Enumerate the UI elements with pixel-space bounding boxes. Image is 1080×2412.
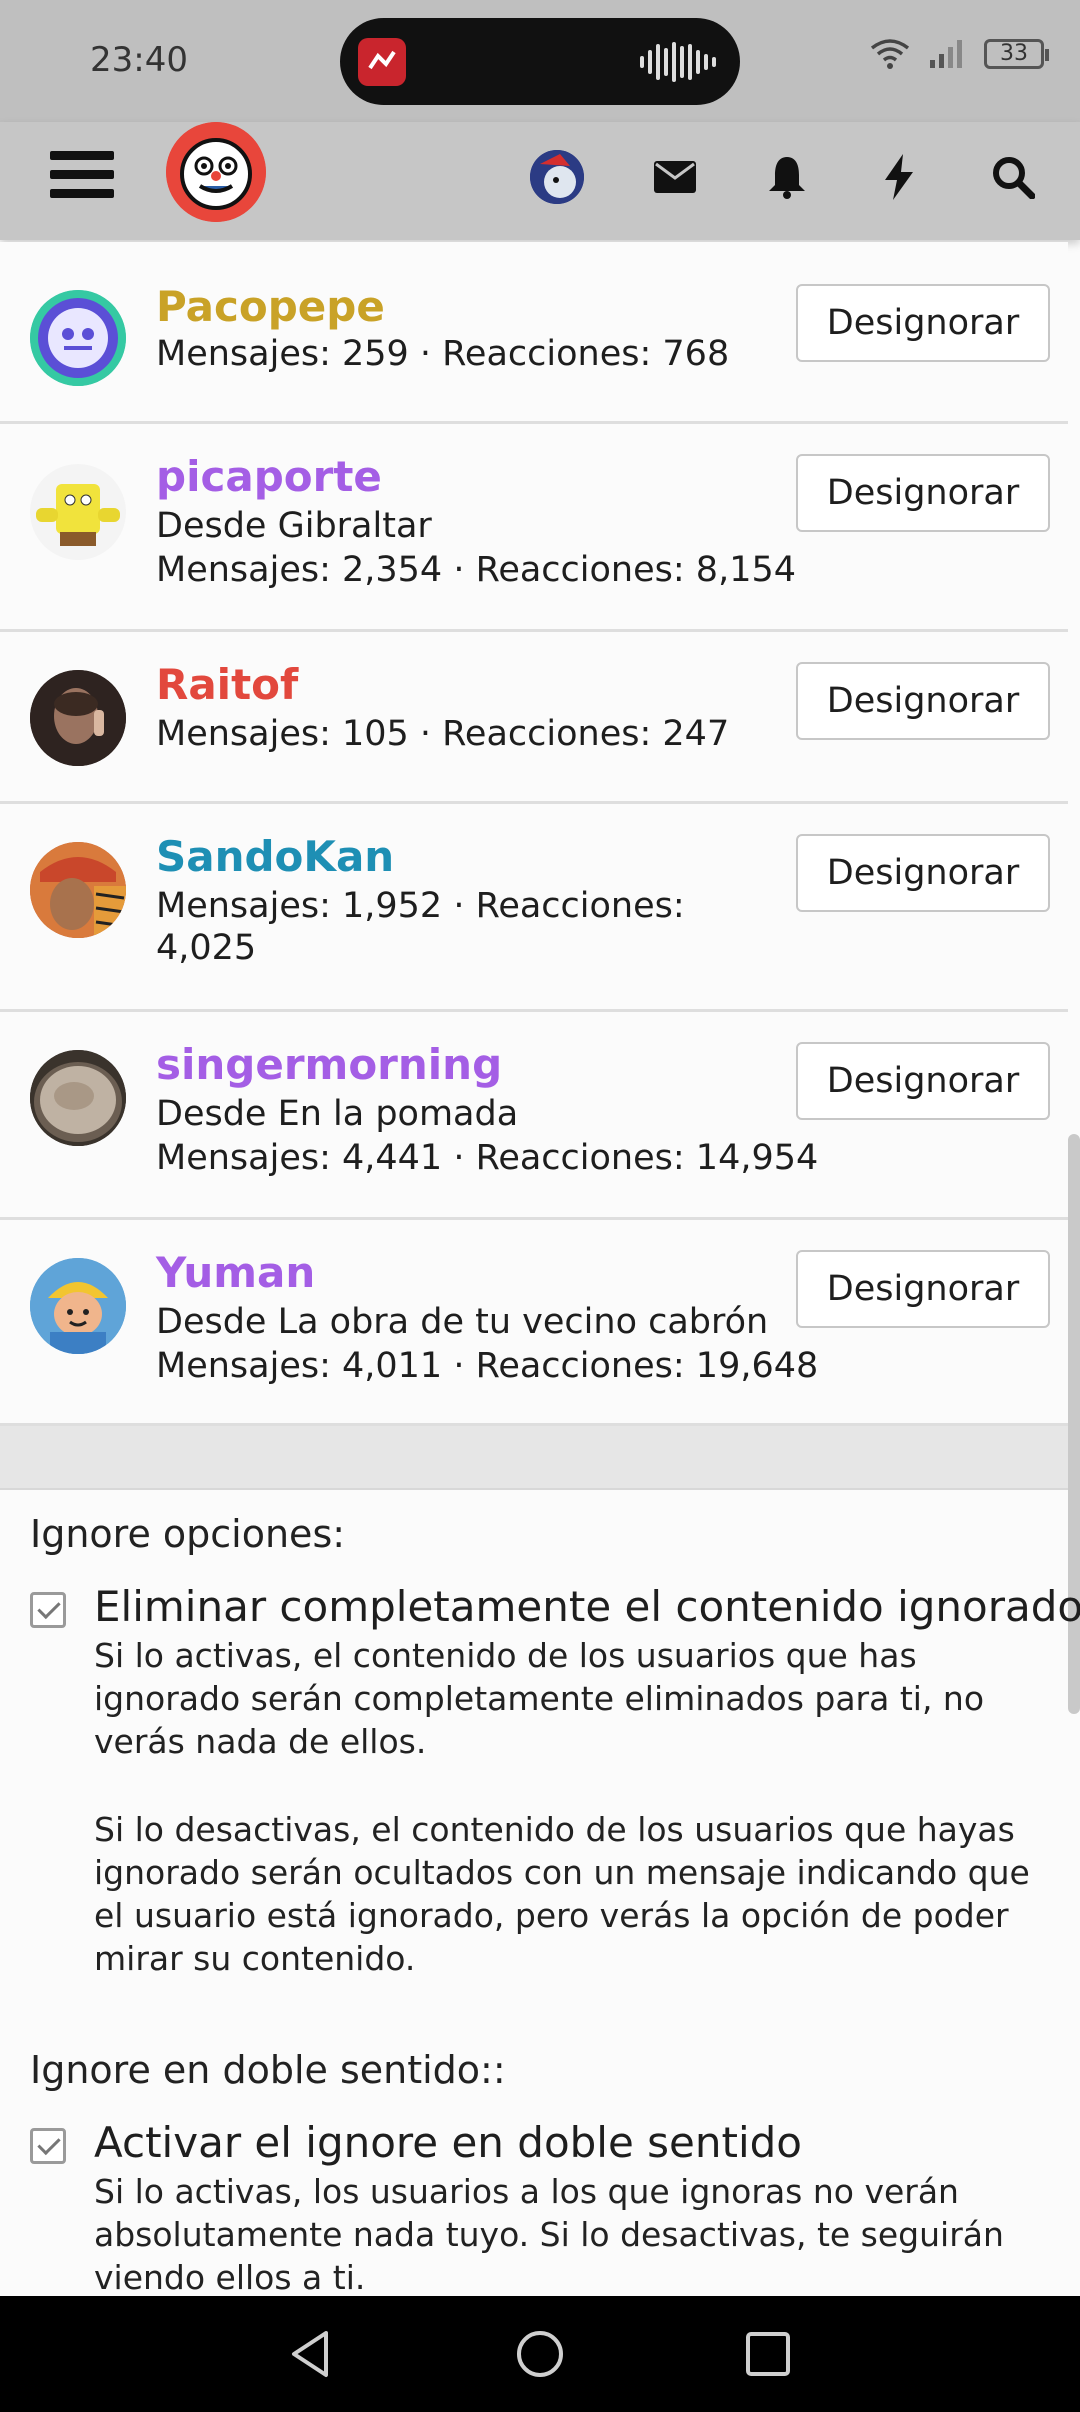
two-way-ignore-checkbox[interactable]	[30, 2128, 66, 2164]
avatar[interactable]	[30, 1258, 126, 1354]
username[interactable]: Raitof	[156, 660, 298, 709]
status-icons: 33	[870, 38, 1049, 70]
audio-wave-icon	[640, 42, 716, 82]
search-icon[interactable]	[980, 144, 1046, 210]
unignore-button[interactable]: Designorar	[796, 1042, 1050, 1120]
user-avatar[interactable]	[530, 150, 584, 204]
dynamic-island	[340, 18, 740, 105]
username[interactable]: SandoKan	[156, 832, 394, 881]
list-item: Yuman Desde La obra de tu vecino cabrón …	[0, 1220, 1068, 1426]
avatar[interactable]	[30, 464, 126, 560]
unignore-button[interactable]: Designorar	[796, 454, 1050, 532]
clock: 23:40	[90, 40, 188, 80]
user-stats: Mensajes: 259 · Reacciones: 768	[156, 334, 730, 374]
user-stats: Mensajes: 2,354 · Reacciones: 8,154	[156, 550, 796, 590]
unignore-button[interactable]: Designorar	[796, 284, 1050, 362]
bell-icon[interactable]	[754, 144, 820, 210]
two-way-ignore-label[interactable]: Activar el ignore en doble sentido	[94, 2118, 802, 2167]
avatar[interactable]	[30, 1050, 126, 1146]
unignore-button[interactable]: Designorar	[796, 1250, 1050, 1328]
signal-icon	[930, 40, 962, 68]
list-item: SandoKan Mensajes: 1,952 · Reacciones: 4…	[0, 804, 1068, 1012]
username[interactable]: Pacopepe	[156, 282, 385, 331]
recents-icon[interactable]	[708, 2296, 828, 2412]
list-item: Raitof Mensajes: 105 · Reacciones: 247 D…	[0, 632, 1068, 804]
user-location: Desde La obra de tu vecino cabrón	[156, 1302, 769, 1342]
section-divider	[0, 1426, 1068, 1490]
user-stats: Mensajes: 1,952 · Reacciones:	[156, 886, 685, 926]
app-notification-icon	[358, 38, 406, 86]
list-item: singermorning Desde En la pomada Mensaje…	[0, 1012, 1068, 1220]
avatar[interactable]	[30, 842, 126, 938]
delete-ignored-content-description: Si lo activas, el contenido de los usuar…	[94, 1636, 985, 1761]
user-location: Desde Gibraltar	[156, 506, 432, 546]
username[interactable]: picaporte	[156, 452, 382, 501]
avatar[interactable]	[30, 670, 126, 766]
bolt-icon[interactable]	[866, 144, 932, 210]
two-way-ignore-title: Ignore en doble sentido::	[30, 2048, 506, 2092]
delete-ignored-content-label[interactable]: Eliminar completamente el contenido igno…	[94, 1582, 1080, 1631]
status-bar: 23:40 33	[0, 0, 1080, 122]
user-stats: Mensajes: 4,441 · Reacciones: 14,954	[156, 1138, 819, 1178]
unignore-button[interactable]: Designorar	[796, 834, 1050, 912]
battery-icon: 33	[984, 39, 1049, 69]
list-item: Pacopepe Mensajes: 259 · Reacciones: 768…	[0, 242, 1068, 424]
delete-ignored-content-description-off: Si lo desactivas, el contenido de los us…	[94, 1810, 1030, 1978]
ignore-options-title: Ignore opciones:	[30, 1512, 346, 1556]
system-navigation-bar	[0, 2296, 1080, 2412]
user-location: Desde En la pomada	[156, 1094, 519, 1134]
avatar[interactable]	[30, 290, 126, 386]
envelope-icon[interactable]	[642, 144, 708, 210]
two-way-ignore-description: Si lo activas, los usuarios a los que ig…	[94, 2172, 1004, 2297]
app-header	[0, 122, 1080, 240]
delete-ignored-content-checkbox[interactable]	[30, 1592, 66, 1628]
menu-icon[interactable]	[50, 145, 114, 209]
username[interactable]: Yuman	[156, 1248, 315, 1297]
wifi-icon	[870, 39, 910, 69]
user-stats-continued: 4,025	[156, 928, 257, 968]
username[interactable]: singermorning	[156, 1040, 502, 1089]
site-logo[interactable]	[166, 122, 266, 222]
unignore-button[interactable]: Designorar	[796, 662, 1050, 740]
user-stats: Mensajes: 4,011 · Reacciones: 19,648	[156, 1346, 819, 1386]
back-icon[interactable]	[250, 2296, 370, 2412]
list-item: picaporte Desde Gibraltar Mensajes: 2,35…	[0, 424, 1068, 632]
home-icon[interactable]	[480, 2296, 600, 2412]
user-stats: Mensajes: 105 · Reacciones: 247	[156, 714, 730, 754]
